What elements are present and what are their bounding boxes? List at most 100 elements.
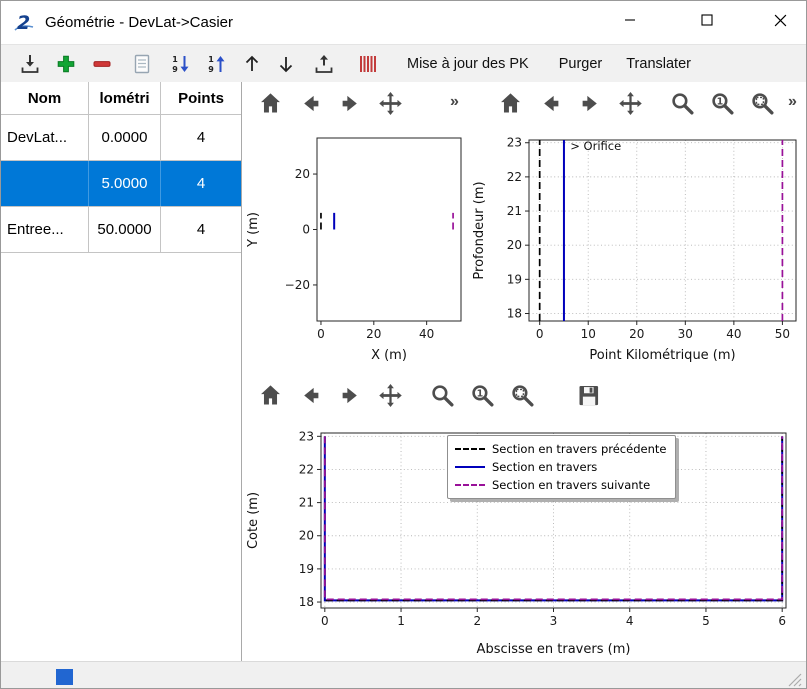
svg-text:4: 4 (626, 614, 634, 628)
sort-descending-icon: 1 9 (168, 52, 192, 76)
sort-ascending-button[interactable]: 1 9 (201, 49, 231, 79)
import-icon (18, 52, 42, 76)
forward-button[interactable] (333, 378, 367, 412)
svg-text:0: 0 (317, 327, 325, 341)
action-purger[interactable]: Purger (551, 52, 611, 76)
svg-text:20: 20 (299, 529, 314, 543)
plan-view-chart[interactable]: 02040−20020X (m)Y (m) (243, 125, 469, 369)
home-button[interactable] (253, 86, 287, 120)
export-button[interactable] (309, 49, 339, 79)
remove-icon (90, 52, 114, 76)
minimize-button[interactable] (602, 1, 658, 39)
cell-pk[interactable]: 5.0000 (89, 161, 161, 206)
zoom-button[interactable] (425, 378, 459, 412)
back-button[interactable] (293, 86, 327, 120)
svg-text:Point Kilométrique (m): Point Kilométrique (m) (589, 348, 735, 363)
legend-line-sample (455, 448, 485, 450)
section-legend: Section en travers précédente Section en… (447, 435, 676, 499)
svg-text:6: 6 (778, 614, 786, 628)
svg-text:0: 0 (321, 614, 329, 628)
legend-line-sample (455, 466, 485, 468)
maximize-button[interactable] (679, 1, 735, 39)
add-icon (54, 52, 78, 76)
zoom-original-button[interactable]: 1 (465, 378, 499, 412)
zoom-original-button[interactable]: 1 (705, 86, 739, 120)
cell-pk[interactable]: 0.0000 (89, 115, 161, 160)
resize-grip-icon[interactable] (788, 673, 802, 687)
zoom-rect-button[interactable] (505, 378, 539, 412)
remove-button[interactable] (87, 49, 117, 79)
zoom-button[interactable] (665, 86, 699, 120)
svg-text:18: 18 (299, 595, 314, 609)
zoom-icon (429, 382, 456, 409)
svg-text:9: 9 (208, 65, 214, 74)
forward-button[interactable] (333, 86, 367, 120)
header-pk[interactable]: lométri (89, 82, 161, 114)
sort-descending-button[interactable]: 1 9 (165, 49, 195, 79)
zoom-rect-icon (509, 382, 536, 409)
window-title: Géométrie - DevLat->Casier (45, 14, 233, 31)
save-button[interactable] (571, 378, 605, 412)
action-mise-a-jour-pk[interactable]: Mise à jour des PK (399, 52, 537, 76)
move-down-button[interactable] (271, 49, 301, 79)
toolbar-overflow-chevron[interactable]: » (788, 94, 797, 110)
svg-text:20: 20 (629, 327, 644, 341)
svg-text:10: 10 (581, 327, 596, 341)
pan-button[interactable] (613, 86, 647, 120)
cell-nom[interactable] (1, 161, 89, 206)
pan-icon (377, 382, 404, 409)
home-button[interactable] (493, 86, 527, 120)
svg-text:20: 20 (295, 167, 310, 181)
cell-points[interactable]: 4 (161, 115, 241, 160)
svg-text:0: 0 (302, 223, 310, 237)
action-translater[interactable]: Translater (618, 52, 699, 76)
svg-text:40: 40 (419, 327, 434, 341)
legend-item: Section en travers suivante (455, 477, 666, 492)
table-row[interactable]: DevLat... 0.0000 4 (1, 115, 241, 161)
legend-line-sample (455, 484, 485, 486)
svg-text:19: 19 (507, 272, 522, 286)
status-bar (1, 661, 806, 689)
back-button[interactable] (533, 86, 567, 120)
svg-text:22: 22 (299, 462, 314, 476)
move-up-button[interactable] (237, 49, 267, 79)
profile-chart[interactable]: 01020304050181920212223Point Kilométriqu… (469, 125, 803, 369)
move-down-icon (274, 52, 298, 76)
table-row[interactable]: Entree... 50.0000 4 (1, 207, 241, 253)
edit-form-button[interactable] (127, 49, 157, 79)
import-button[interactable] (15, 49, 45, 79)
cell-nom[interactable]: Entree... (1, 207, 89, 252)
home-button[interactable] (253, 378, 287, 412)
minimize-icon (624, 14, 636, 26)
legend-label: Section en travers suivante (492, 478, 650, 492)
legend-label: Section en travers précédente (492, 442, 666, 456)
pan-button[interactable] (373, 86, 407, 120)
plan-toolbar (253, 86, 407, 120)
cell-nom[interactable]: DevLat... (1, 115, 89, 160)
zoom-rect-button[interactable] (745, 86, 779, 120)
svg-text:50: 50 (775, 327, 790, 341)
svg-text:X (m): X (m) (371, 348, 407, 363)
zoom-rect-icon (749, 90, 776, 117)
close-icon (774, 14, 787, 27)
pan-button[interactable] (373, 378, 407, 412)
svg-text:0: 0 (536, 327, 544, 341)
export-icon (312, 52, 336, 76)
status-blue-box (56, 669, 73, 685)
svg-text:21: 21 (299, 496, 314, 510)
close-button[interactable] (752, 1, 807, 39)
header-points[interactable]: Points (161, 82, 241, 114)
add-button[interactable] (51, 49, 81, 79)
cell-points[interactable]: 4 (161, 207, 241, 252)
header-nom[interactable]: Nom (1, 82, 89, 114)
toolbar-overflow-chevron[interactable]: » (450, 94, 459, 110)
zoom-icon (669, 90, 696, 117)
table-row-selected[interactable]: 5.0000 4 (1, 161, 241, 207)
cell-pk[interactable]: 50.0000 (89, 207, 161, 252)
forward-icon (337, 382, 364, 409)
svg-text:20: 20 (366, 327, 381, 341)
pk-marks-button[interactable] (353, 49, 383, 79)
back-button[interactable] (293, 378, 327, 412)
cell-points[interactable]: 4 (161, 161, 241, 206)
forward-button[interactable] (573, 86, 607, 120)
